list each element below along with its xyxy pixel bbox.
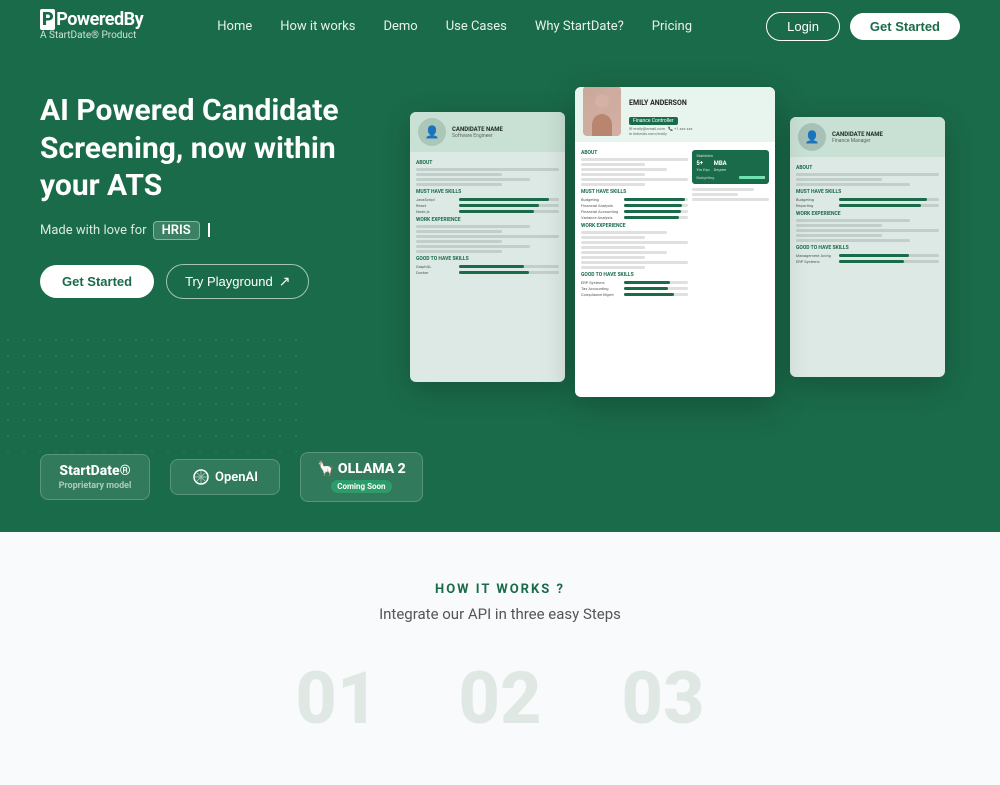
resume-card-left: 👤 CANDIDATE NAME Software Engineer About… — [410, 112, 565, 382]
resume-preview-area: 👤 CANDIDATE NAME Software Engineer About… — [410, 82, 1000, 442]
logo: PPoweredBy A StartDate® Product — [40, 11, 143, 41]
step-1: 01 — [295, 663, 378, 735]
resume-card-right: 👤 CANDIDATE NAME Finance Manager About M… — [790, 117, 945, 377]
partner-startdate: StartDate® Proprietary model — [40, 454, 150, 500]
partner-ollama: 🦙 OLLAMA 2 Coming Soon — [300, 452, 423, 502]
arrow-icon: ↗ — [279, 273, 291, 290]
section-tag: HOW IT WORKS ? — [40, 582, 960, 597]
section-subtitle: Integrate our API in three easy Steps — [40, 605, 960, 623]
cursor — [208, 223, 210, 237]
nav-why-startdate[interactable]: Why StartDate? — [535, 19, 624, 34]
hris-badge: HRIS — [153, 221, 200, 240]
how-it-works-section: HOW IT WORKS ? Integrate our API in thre… — [0, 532, 1000, 785]
nav-home[interactable]: Home — [217, 19, 252, 34]
step-3: 03 — [622, 663, 705, 735]
hero-subtitle: Made with love for HRIS — [40, 221, 380, 240]
partner-bar: StartDate® Proprietary model OpenAI 🦙 OL… — [0, 452, 1000, 532]
steps-row: 01 02 03 — [40, 663, 960, 735]
logo-text: PPoweredBy — [40, 11, 143, 29]
avatar-center — [583, 87, 621, 136]
dot-pattern — [0, 332, 300, 452]
hero-title: AI Powered Candidate Screening, now with… — [40, 92, 380, 205]
step-2: 02 — [458, 663, 541, 735]
logo-subtext: A StartDate® Product — [40, 30, 143, 41]
partner-openai: OpenAI — [170, 459, 280, 495]
nav-demo[interactable]: Demo — [383, 19, 417, 34]
get-started-button[interactable]: Get Started — [40, 265, 154, 298]
resume-card-center: EMILY ANDERSON Finance Controller ✉ emil… — [575, 87, 775, 397]
nav-pricing[interactable]: Pricing — [652, 19, 692, 34]
navbar: PPoweredBy A StartDate® Product Home How… — [0, 0, 1000, 52]
nav-how-it-works[interactable]: How it works — [280, 19, 355, 34]
nav-use-cases[interactable]: Use Cases — [446, 19, 507, 34]
nav-actions: Login Get Started — [766, 12, 960, 41]
nav-links: Home How it works Demo Use Cases Why Sta… — [217, 19, 692, 34]
try-playground-button[interactable]: Try Playground ↗ — [166, 264, 309, 299]
hero-buttons: Get Started Try Playground ↗ — [40, 264, 380, 299]
hero-content: AI Powered Candidate Screening, now with… — [40, 92, 380, 299]
get-started-nav-button[interactable]: Get Started — [850, 13, 960, 40]
avatar-right: 👤 — [798, 123, 826, 151]
hero-section: AI Powered Candidate Screening, now with… — [0, 52, 1000, 452]
login-button[interactable]: Login — [766, 12, 840, 41]
avatar-left: 👤 — [418, 118, 446, 146]
